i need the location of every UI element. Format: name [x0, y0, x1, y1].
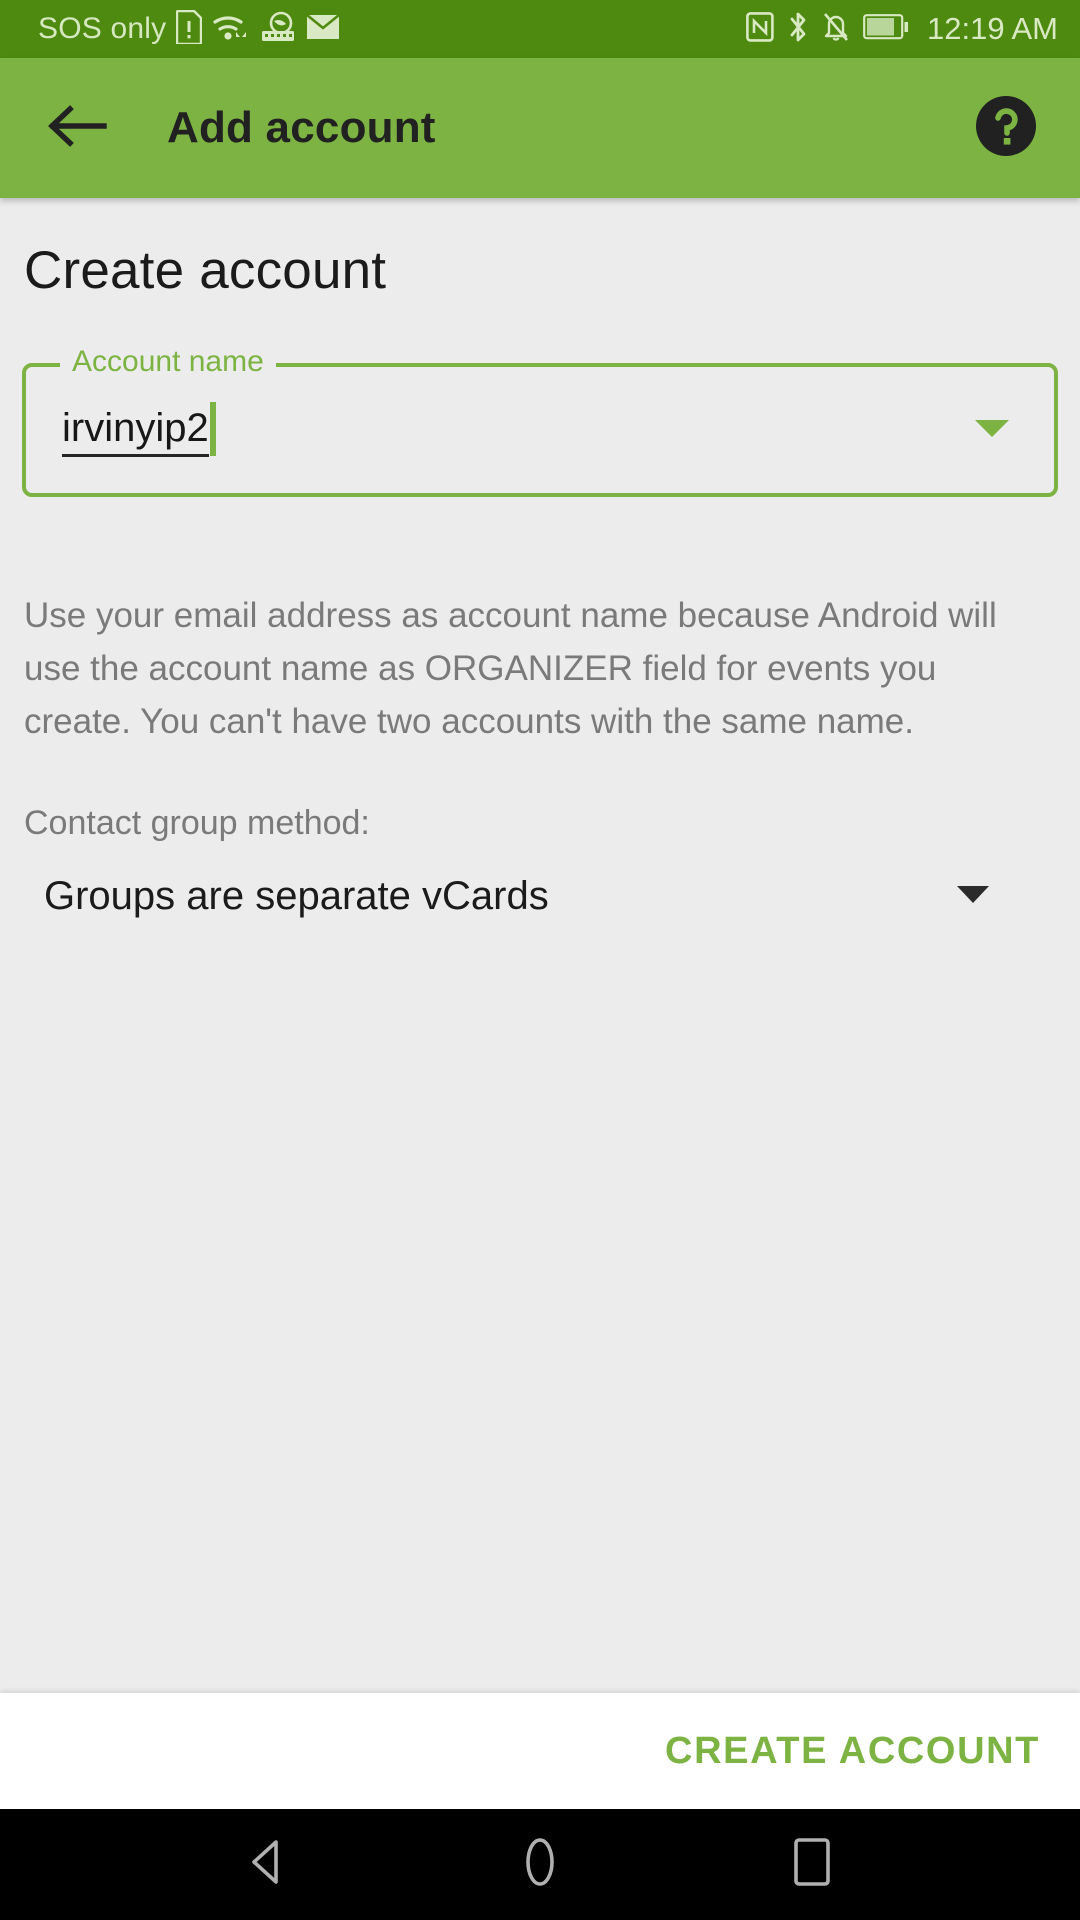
account-name-field[interactable]: Account name irvinyip2 — [22, 341, 1058, 497]
status-bar-left: SOS only — [38, 9, 341, 49]
contact-group-method-spinner[interactable]: Groups are separate vCards — [44, 865, 1044, 927]
android-screen: SOS only 12:19 AM Add account Create acc… — [0, 0, 1080, 1920]
sim-alert-icon — [176, 9, 203, 49]
status-bar: SOS only 12:19 AM — [0, 0, 1080, 58]
back-button[interactable] — [40, 91, 114, 165]
battery-icon — [863, 13, 909, 45]
bottom-action-bar: CREATE ACCOUNT — [0, 1693, 1080, 1809]
text-cursor — [209, 402, 216, 456]
create-account-heading: Create account — [24, 241, 387, 300]
account-name-dropdown-icon[interactable] — [972, 415, 1012, 446]
navigation-bar — [0, 1809, 1080, 1920]
nav-back-icon — [246, 1839, 290, 1890]
nav-recents-button[interactable] — [712, 1809, 912, 1920]
notifications-off-icon — [822, 11, 850, 48]
nfc-icon — [746, 11, 774, 47]
bluetooth-icon — [787, 11, 809, 48]
vpn-key-icon — [260, 11, 296, 48]
wifi-icon — [212, 11, 250, 48]
app-bar: Add account — [0, 58, 1080, 198]
carrier-label: SOS only — [38, 12, 167, 45]
content-area: Create account Account name irvinyip2 Us… — [0, 198, 1080, 1693]
status-bar-right: 12:19 AM — [746, 11, 1058, 48]
nav-recents-icon — [794, 1838, 830, 1891]
account-name-row: irvinyip2 — [62, 363, 1018, 497]
create-account-button[interactable]: CREATE ACCOUNT — [643, 1714, 1062, 1789]
contact-group-method-label: Contact group method: — [24, 804, 370, 842]
email-icon — [306, 13, 341, 45]
nav-back-button[interactable] — [168, 1809, 368, 1920]
status-clock: 12:19 AM — [927, 11, 1058, 46]
contact-group-method-value: Groups are separate vCards — [44, 873, 549, 918]
page-title: Add account — [167, 103, 436, 152]
help-circle-icon — [974, 94, 1038, 163]
arrow-back-icon — [46, 101, 108, 156]
account-name-help-text: Use your email address as account name b… — [24, 596, 997, 741]
contact-group-method-dropdown-icon — [954, 882, 992, 911]
nav-home-button[interactable] — [440, 1809, 640, 1920]
help-button[interactable] — [968, 90, 1044, 166]
nav-home-icon — [517, 1837, 563, 1892]
account-name-input[interactable]: irvinyip2 — [62, 404, 209, 457]
